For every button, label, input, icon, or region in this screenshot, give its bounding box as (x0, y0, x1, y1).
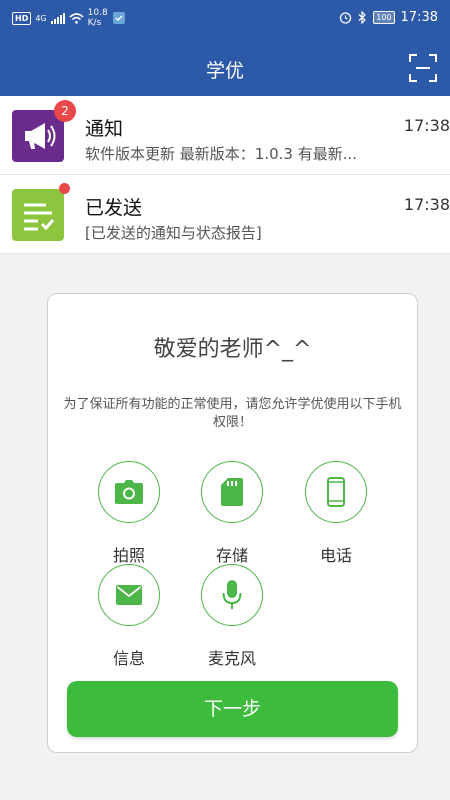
list-item-title: 已发送 (85, 197, 143, 219)
sd-card-icon (221, 478, 243, 506)
app-notification-icon (112, 12, 125, 24)
next-step-button[interactable]: 下一步 (67, 681, 398, 737)
camera-icon (115, 480, 143, 504)
status-bar: HD 4G 10.8 K/s 100 17:38 (0, 0, 450, 38)
permission-label: 拍照 (112, 546, 145, 565)
list-item-sent[interactable]: 已发送 [已发送的通知与状态报告] 17:38 (0, 175, 450, 254)
app-bar: 学优 (0, 38, 450, 96)
alarm-icon (340, 12, 352, 24)
dialog-description: 为了保证所有功能的正常使用，请您允许学优使用以下手机权限！ (63, 397, 402, 430)
page-title: 学优 (205, 60, 244, 82)
scan-frame-icon (409, 54, 437, 82)
list-item-time: 17:38 (403, 195, 450, 214)
permission-label: 电话 (319, 546, 352, 565)
microphone-icon (222, 580, 242, 609)
permission-message[interactable] (98, 564, 160, 626)
unread-dot (59, 183, 70, 194)
permission-storage[interactable] (201, 461, 263, 523)
checklist-icon (24, 203, 55, 231)
status-right: 100 17:38 (339, 10, 438, 25)
list-item-notice[interactable]: 2 通知 软件版本更新 最新版本：1.0.3 有最新... 17:38 (0, 96, 450, 175)
sent-app-icon (12, 189, 64, 241)
wifi-icon (69, 12, 84, 24)
permission-microphone[interactable] (201, 564, 263, 626)
envelope-icon (116, 585, 142, 605)
battery-icon: 100 (373, 11, 395, 24)
status-left: HD 4G 10.8 K/s (12, 8, 126, 28)
permission-camera[interactable] (98, 461, 160, 523)
permission-label: 存储 (215, 546, 248, 565)
dialog-title: 敬爱的老师^_^ (153, 337, 312, 362)
permission-phone[interactable] (305, 461, 367, 523)
list-item-subtitle: [已发送的通知与状态报告] (85, 224, 262, 242)
bluetooth-icon (358, 11, 367, 24)
permission-dialog: 敬爱的老师^_^ 为了保证所有功能的正常使用，请您允许学优使用以下手机权限！ 拍… (47, 293, 418, 753)
phone-icon (327, 477, 345, 507)
list-item-time: 17:38 (403, 116, 450, 135)
scan-button[interactable] (409, 54, 437, 82)
permission-label: 信息 (112, 649, 145, 668)
permission-label: 麦克风 (207, 649, 256, 668)
signal-icon (50, 12, 65, 24)
hd-indicator: HD (12, 11, 32, 25)
list-item-title: 通知 (85, 118, 124, 140)
status-time: 17:38 (400, 10, 438, 25)
conversation-list: 2 通知 软件版本更新 最新版本：1.0.3 有最新... 17:38 已发送 … (0, 96, 450, 254)
network-type: 4G (35, 13, 47, 23)
network-speed: 10.8 K/s (87, 8, 108, 28)
unread-badge: 2 (54, 100, 76, 122)
list-item-subtitle: 软件版本更新 最新版本：1.0.3 有最新... (85, 145, 358, 163)
